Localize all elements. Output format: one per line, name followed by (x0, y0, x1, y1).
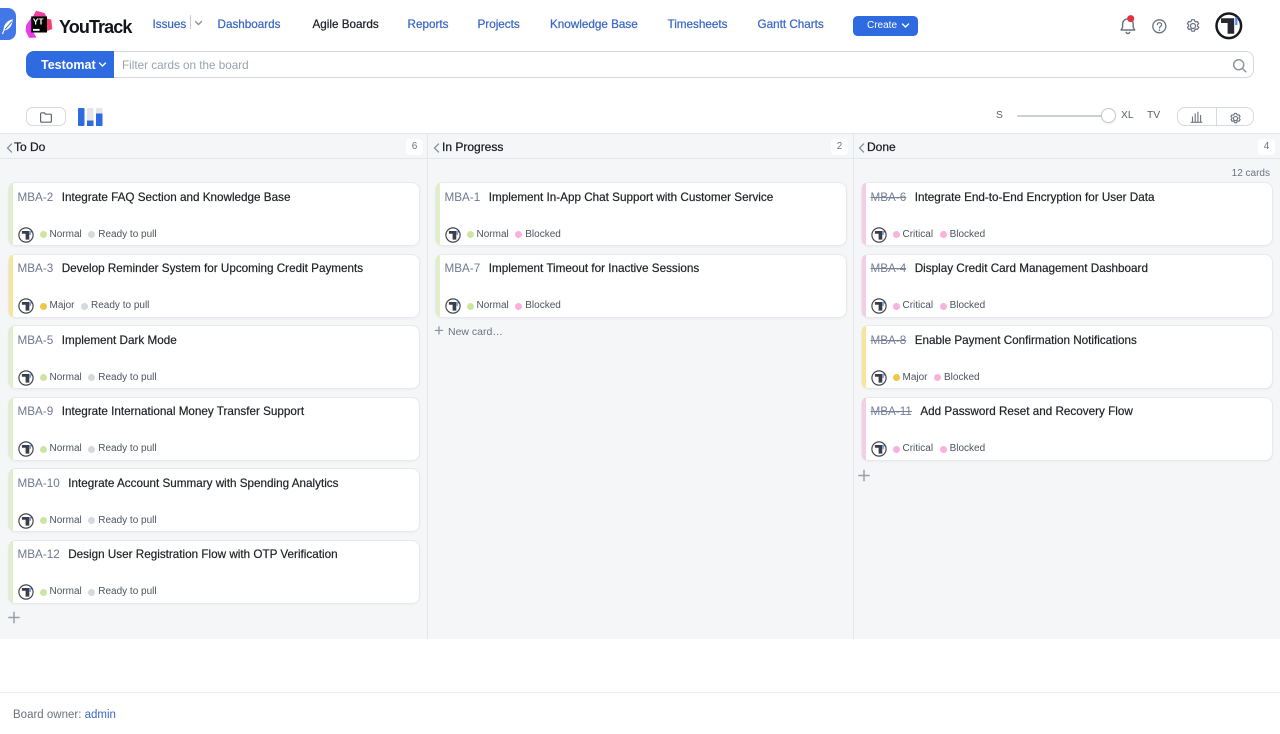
svg-text:YT: YT (33, 17, 45, 27)
